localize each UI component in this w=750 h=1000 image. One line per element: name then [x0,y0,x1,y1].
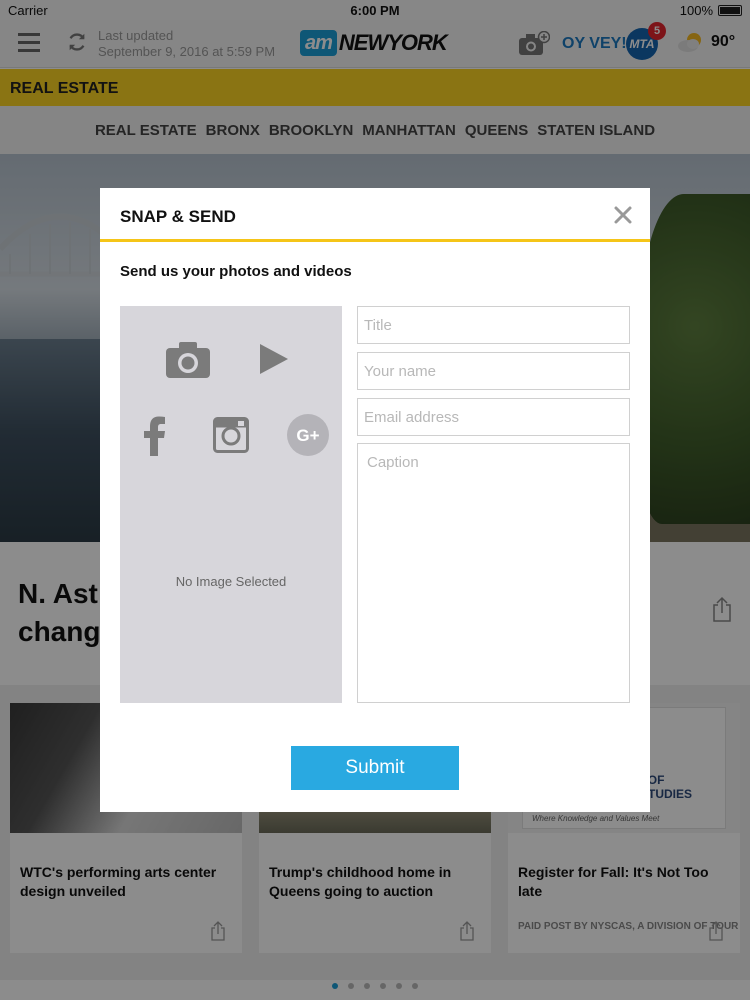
play-icon[interactable] [258,342,290,376]
close-icon[interactable] [610,202,636,228]
email-input[interactable] [357,398,630,436]
modal-title: SNAP & SEND [120,207,236,226]
media-picker: G+ No Image Selected [120,306,342,703]
snap-send-modal: SNAP & SEND Send us your photos and vide… [100,188,650,812]
no-image-label: No Image Selected [175,574,287,589]
google-plus-icon[interactable]: G+ [287,414,329,456]
camera-icon[interactable] [165,339,211,379]
caption-textarea[interactable] [357,443,630,703]
submit-button[interactable]: Submit [291,746,459,790]
instagram-icon[interactable] [213,417,249,453]
facebook-icon[interactable] [144,416,166,456]
name-input[interactable] [357,352,630,390]
modal-subtitle: Send us your photos and videos [120,263,352,280]
title-input[interactable] [357,306,630,344]
svg-text:G+: G+ [296,426,319,445]
modal-header: SNAP & SEND [100,188,650,242]
